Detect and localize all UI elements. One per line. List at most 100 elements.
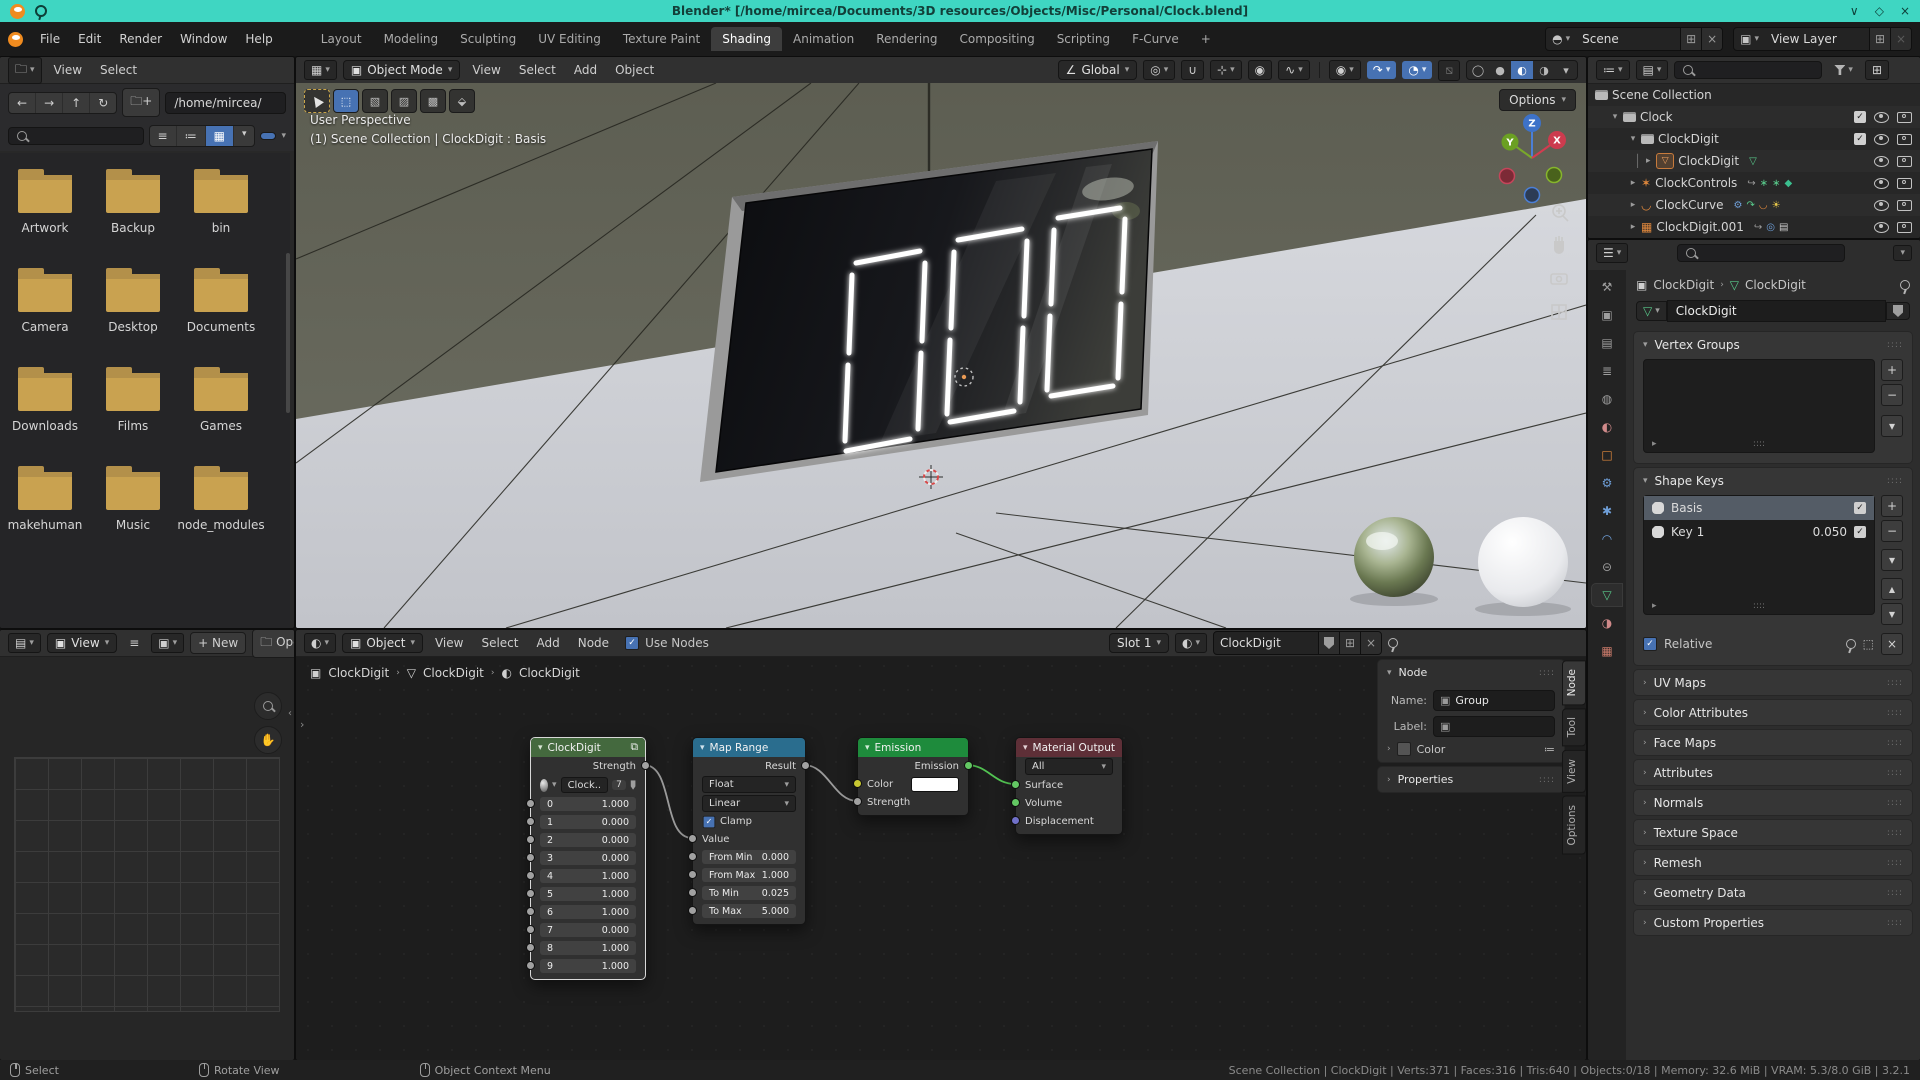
shape-key-row-key1[interactable]: Key 1 0.050 ✓ <box>1644 520 1874 544</box>
options-dropdown[interactable]: Options▾ <box>1499 89 1576 111</box>
camera-icon[interactable] <box>1897 156 1912 167</box>
node-color-checkbox[interactable] <box>1397 742 1411 756</box>
maximize-button[interactable]: ◇ <box>1875 4 1884 18</box>
menu-edit[interactable]: Edit <box>69 28 110 50</box>
input-socket[interactable] <box>1011 798 1020 807</box>
display-horizontal-list-button[interactable]: ≔ <box>177 126 206 146</box>
panel-normals[interactable]: ›Normals:::: <box>1634 790 1912 815</box>
editor-type-image-icon[interactable]: ▤▾ <box>8 633 41 653</box>
data-type-dropdown[interactable]: Float▾ <box>702 776 796 793</box>
drag-handle[interactable]: :::: <box>1887 918 1903 928</box>
cursor-tool-button[interactable] <box>304 89 330 113</box>
filter-toggle-button[interactable] <box>260 132 276 140</box>
exclude-checkbox[interactable]: ✓ <box>1854 133 1866 145</box>
scene-selector[interactable]: ◓▾ Scene ⊞ × <box>1545 27 1723 51</box>
expand-arrow[interactable]: ▸ <box>1626 200 1640 210</box>
gizmos-toggle[interactable]: ↷▾ <box>1367 61 1397 79</box>
material-sphere-icon[interactable] <box>540 779 548 792</box>
edit-mode-display-icon[interactable]: ⬚ <box>1863 637 1874 651</box>
unlink-material-button[interactable]: × <box>1360 632 1381 654</box>
xray-toggle[interactable]: ⧅ <box>1438 60 1460 81</box>
color-swatch[interactable] <box>911 777 959 792</box>
shader-menu-view[interactable]: View <box>429 634 469 652</box>
outliner-row-clockcontrols[interactable]: ▸ ✶ ClockControls ↪∗∗◆ <box>1588 172 1920 194</box>
n-tab-tool[interactable]: Tool <box>1562 708 1586 746</box>
copy-material-button[interactable]: ⊞ <box>1339 632 1360 654</box>
file-browser-menu-select[interactable]: Select <box>94 61 143 79</box>
new-view-layer-button[interactable]: ⊞ <box>1869 28 1890 50</box>
drag-handle[interactable]: :::: <box>1887 888 1903 898</box>
outliner-row-scene-collection[interactable]: Scene Collection <box>1588 84 1920 106</box>
properties-options-dropdown[interactable]: ▾ <box>1893 245 1912 261</box>
breadcrumb-mesh[interactable]: ClockDigit <box>423 666 484 680</box>
tab-fcurve[interactable]: F-Curve <box>1121 27 1190 51</box>
panel-custom-properties[interactable]: ›Custom Properties:::: <box>1634 910 1912 935</box>
viewport-menu-object[interactable]: Object <box>609 61 660 79</box>
use-nodes-checkbox[interactable]: ✓ <box>625 636 639 650</box>
tab-modifiers[interactable]: ⚙ <box>1592 472 1622 494</box>
input-socket[interactable] <box>526 907 535 916</box>
vertex-groups-list[interactable]: ▸ :::: <box>1643 359 1875 453</box>
editor-type-shader-icon[interactable]: ◐▾ <box>304 633 336 653</box>
shield-icon[interactable] <box>630 780 635 790</box>
image-view-menu[interactable]: ▣ View▾ <box>47 633 117 653</box>
view-layer-selector[interactable]: ▣▾ View Layer ⊞ × <box>1733 27 1912 51</box>
input-socket[interactable] <box>526 925 535 934</box>
new-image-button[interactable]: + New <box>190 632 246 654</box>
tab-render[interactable]: ▣ <box>1592 304 1622 326</box>
tab-scripting[interactable]: Scripting <box>1046 27 1121 51</box>
drag-handle[interactable]: :::: <box>1887 476 1903 486</box>
panel-geometry-data[interactable]: ›Geometry Data:::: <box>1634 880 1912 905</box>
snap-target-dropdown[interactable]: ⊹▾ <box>1210 60 1242 80</box>
input-socket[interactable] <box>688 870 697 879</box>
add-vertex-group-button[interactable]: + <box>1881 359 1903 381</box>
use-nodes-toggle[interactable]: ✓ Use Nodes <box>625 636 709 650</box>
breadcrumb-object[interactable]: ClockDigit <box>1653 278 1714 292</box>
scrollbar[interactable] <box>286 253 290 413</box>
tab-scene[interactable]: ◍ <box>1592 388 1622 410</box>
value-field[interactable]: 61.000 <box>540 905 636 919</box>
input-socket[interactable] <box>853 779 862 788</box>
value-field[interactable]: From Min0.000 <box>702 850 796 864</box>
editor-type-viewport-icon[interactable]: ▦▾ <box>304 60 337 80</box>
value-field[interactable]: 01.000 <box>540 797 636 811</box>
node-label-input[interactable]: ▣ <box>1433 716 1555 737</box>
filter-dropdown[interactable]: ▾ <box>281 131 286 141</box>
scene-name[interactable]: Scene <box>1576 28 1680 50</box>
vertex-groups-header[interactable]: ▾ Vertex Groups :::: <box>1634 332 1912 357</box>
value-field[interactable]: To Min0.025 <box>702 886 796 900</box>
input-socket[interactable] <box>526 853 535 862</box>
remove-view-layer-button[interactable]: × <box>1890 28 1911 50</box>
pan-hand-button[interactable]: ✋ <box>254 726 282 754</box>
properties-subpanel[interactable]: ›Properties:::: <box>1378 767 1564 792</box>
drag-handle[interactable]: :::: <box>1887 708 1903 718</box>
display-vertical-list-button[interactable]: ≡ <box>150 126 177 146</box>
node-header[interactable]: ▾ Material Output <box>1016 738 1122 757</box>
editor-type-file-browser-icon[interactable]: 🗀▾ <box>8 57 42 84</box>
interpolation-dropdown[interactable]: Linear▾ <box>702 795 796 812</box>
close-button[interactable]: × <box>1900 4 1910 18</box>
value-field[interactable]: 30.000 <box>540 851 636 865</box>
node-header[interactable]: ▾ Map Range <box>693 738 805 757</box>
proportional-editing-icon[interactable]: ◉ <box>1248 60 1272 80</box>
node-panel-header[interactable]: ▾ Node :::: <box>1378 660 1564 685</box>
folder-item[interactable]: Desktop <box>89 274 177 334</box>
shader-type-dropdown[interactable]: ▣ Object▾ <box>342 633 423 653</box>
viewport-menu-select[interactable]: Select <box>513 61 562 79</box>
expand-arrow[interactable]: ▾ <box>1608 112 1622 122</box>
input-socket[interactable] <box>526 799 535 808</box>
open-image-button[interactable]: 🗀 Open <box>252 630 294 658</box>
input-socket[interactable] <box>526 943 535 952</box>
tab-object[interactable]: □ <box>1592 444 1622 466</box>
tab-rendering[interactable]: Rendering <box>865 27 948 51</box>
tab-layout[interactable]: Layout <box>310 27 373 51</box>
outliner-row-clockdigit-001[interactable]: ▸ ▦ ClockDigit.001 ↪◎▤ <box>1588 216 1920 238</box>
create-directory-button[interactable]: 🗀+ <box>122 88 160 117</box>
shape-keys-header[interactable]: ▾ Shape Keys :::: <box>1634 468 1912 493</box>
drag-handle[interactable]: :::: <box>1887 858 1903 868</box>
tab-object-data[interactable]: ▽ <box>1592 584 1622 606</box>
breadcrumb-object[interactable]: ClockDigit <box>328 666 389 680</box>
n-tab-view[interactable]: View <box>1562 750 1586 793</box>
overlays-toggle[interactable]: ◔▾ <box>1402 61 1432 79</box>
drag-handle[interactable]: :::: <box>1887 828 1903 838</box>
